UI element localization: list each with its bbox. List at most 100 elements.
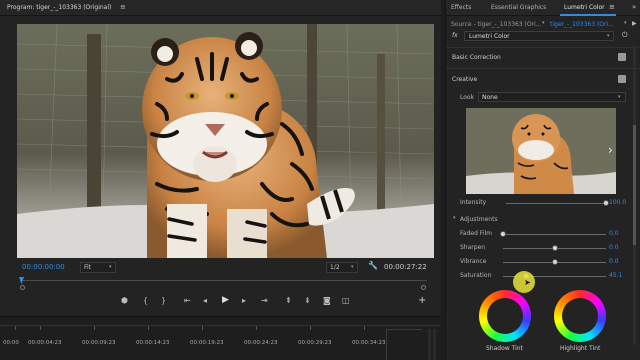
zoom-select[interactable]: Fit ▾ [80, 262, 116, 273]
timeline-tick-label: 00:00:19:23 [190, 340, 224, 346]
next-look-icon[interactable]: › [608, 144, 613, 156]
chevron-down-icon: ▾ [351, 264, 354, 270]
export-frame-icon[interactable]: ◙ [323, 297, 331, 305]
active-tab-indicator [560, 14, 616, 16]
intensity-label: Intensity [460, 199, 487, 206]
chevron-down-icon: ▾ [618, 94, 621, 100]
look-preview [466, 108, 616, 194]
adjustment-slider-handle[interactable] [551, 245, 558, 251]
program-monitor-title[interactable]: Program: tiger_-_103363 (Original) [7, 5, 111, 11]
timeline-tick-mark [256, 326, 257, 330]
effect-select[interactable]: Lumetri Color ▾ [464, 31, 614, 41]
timeline-tick-label: 00:00:09:23 [82, 340, 116, 346]
adjustment-row: Faded Film 0.0 [446, 228, 640, 242]
adjustments-header[interactable]: Adjustments [460, 217, 498, 223]
in-point-icon[interactable]: { [143, 297, 148, 305]
resolution-value: 1/2 [330, 264, 340, 271]
compare-icon[interactable]: ◫ [342, 297, 350, 305]
program-monitor: Program: tiger_-_103363 (Original) ≡ 00:… [0, 0, 441, 345]
extract-icon[interactable]: ⇟ [304, 297, 311, 305]
timeline-ruler[interactable]: 00:00 00:00:04:23 00:00:09:23 00:00:14:23 00… [0, 317, 441, 360]
tab-essential-graphics[interactable]: Essential Graphics [491, 5, 546, 11]
resolution-select[interactable]: 1/2 ▾ [326, 262, 358, 273]
adjustment-value[interactable]: 0.0 [609, 231, 619, 237]
intensity-slider-track[interactable] [506, 203, 606, 204]
timeline-tick-mark [310, 326, 311, 330]
transport-controls: ⬢ { } ⇤ ◂ ▶ ▸ ⇥ ⇞ ⇟ ◙ ◫ + [118, 296, 433, 308]
target-clip-label[interactable]: tiger_-_103363 (Ori... [550, 22, 614, 28]
chevron-down-icon: ▾ [607, 33, 610, 39]
divider [446, 47, 640, 48]
program-monitor-header: Program: tiger_-_103363 (Original) ≡ [0, 0, 441, 16]
panel-tab-bar: Effects Essential Graphics Lumetri Color… [446, 0, 640, 16]
play-icon[interactable]: ▶ [222, 296, 229, 305]
video-preview [17, 24, 434, 258]
add-icon[interactable]: + [418, 296, 426, 306]
timeline-tick-mark [202, 326, 203, 330]
go-to-out-icon[interactable]: ⇥ [261, 297, 268, 305]
hamburger-icon[interactable]: ≡ [120, 4, 126, 11]
tab-overflow[interactable]: » [632, 4, 636, 11]
timeline-tick-label: 00:00:29:23 [298, 340, 332, 346]
creative-checkbox[interactable] [618, 75, 626, 83]
play-icon[interactable]: ▶ [632, 21, 637, 27]
adjustment-slider-track[interactable] [503, 234, 606, 235]
chevron-down-icon: ▾ [624, 20, 627, 26]
step-back-icon[interactable]: ◂ [203, 297, 207, 305]
shadow-tint-wheel[interactable] [479, 290, 531, 342]
highlight-tint-label: Highlight Tint [560, 345, 601, 352]
panel-scrollbar-thumb[interactable] [633, 125, 636, 245]
look-value: None [482, 94, 498, 101]
look-preview-image [466, 108, 616, 194]
zoom-value: Fit [84, 264, 92, 271]
creative-header[interactable]: Creative [452, 77, 477, 83]
source-clip-label[interactable]: Source - tiger_-_103363 (Ori... [451, 22, 541, 28]
out-point-icon[interactable]: } [161, 297, 166, 305]
marker-icon[interactable]: ⬢ [121, 297, 128, 305]
wrench-icon[interactable]: 🔧 [368, 262, 378, 270]
chevron-down-icon: ▾ [109, 264, 112, 270]
scrubber-track[interactable] [22, 280, 427, 281]
tiger-image [17, 24, 434, 258]
adjustment-slider-handle[interactable] [500, 231, 506, 237]
scrubber-end-handle[interactable] [421, 285, 426, 290]
power-icon[interactable]: ⏻ [622, 32, 628, 39]
tab-lumetri-color[interactable]: Lumetri Color [564, 5, 605, 11]
look-label: Look [460, 94, 475, 101]
adjustment-label: Vibrance [460, 258, 487, 265]
lift-icon[interactable]: ⇞ [285, 297, 292, 305]
tab-effects[interactable]: Effects [451, 5, 471, 11]
chevron-down-icon[interactable]: ▾ [453, 216, 456, 221]
end-timecode: 00:00:27:22 [384, 263, 427, 271]
adjustment-row: Vibrance 0.0 [446, 256, 640, 270]
scrubber-start-handle[interactable] [20, 285, 25, 290]
step-forward-icon[interactable]: ▸ [242, 297, 246, 305]
adjustment-sliders: Faded Film 0.0 Sharpen 0.0 Vibrance 0.0 Satura… [446, 228, 640, 284]
go-to-in-icon[interactable]: ⇤ [184, 297, 191, 305]
effect-name: Lumetri Color [469, 33, 510, 40]
adjustment-label: Faded Film [460, 230, 492, 237]
adjustment-value[interactable]: 0.0 [609, 259, 619, 265]
timeline-tick-label: 00:00:24:23 [244, 340, 278, 346]
panel-scrollbar[interactable] [633, 45, 636, 345]
fx-label: fx [452, 32, 458, 39]
shadow-tint-wheel-center [487, 298, 523, 334]
hamburger-icon[interactable]: ≡ [609, 4, 615, 11]
timeline-tick-label: 00:00 [3, 340, 19, 346]
audio-meter-left [428, 329, 431, 360]
current-timecode[interactable]: 00:00:00:00 [22, 264, 65, 271]
audio-meter-area [386, 329, 422, 360]
highlight-tint-wheel[interactable] [554, 290, 606, 342]
timeline-tick-label: 00:00:34:23 [352, 340, 386, 346]
cursor-icon: ➤ [524, 278, 531, 287]
intensity-value[interactable]: 100.0 [609, 200, 626, 206]
adjustment-value[interactable]: 45.1 [609, 273, 622, 279]
timeline-tick-mark [94, 326, 95, 330]
adjustment-slider-handle[interactable] [551, 259, 558, 265]
adjustment-value[interactable]: 0.0 [609, 245, 619, 251]
basic-correction-header[interactable]: Basic Correction [452, 55, 501, 61]
basic-correction-checkbox[interactable] [618, 53, 626, 61]
chevron-down-icon: ▾ [542, 20, 545, 26]
look-select[interactable]: None ▾ [478, 92, 626, 102]
timeline-tick-mark [40, 326, 41, 330]
